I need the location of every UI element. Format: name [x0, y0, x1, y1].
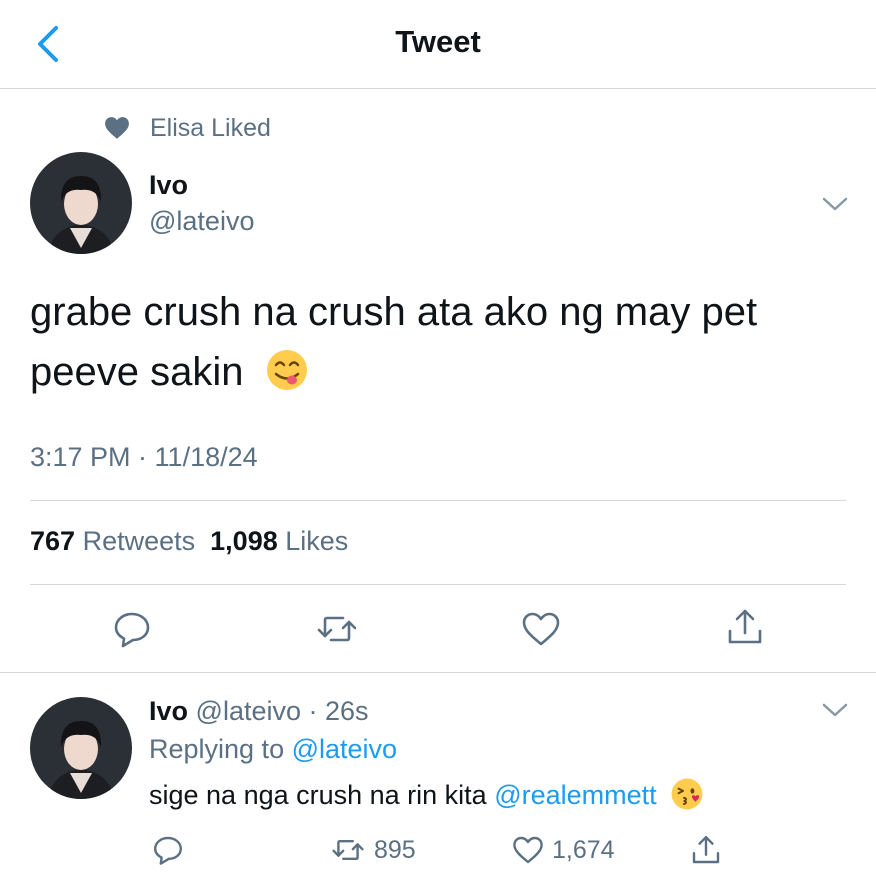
reply-avatar[interactable] — [30, 697, 132, 799]
kiss-emoji-icon — [671, 778, 703, 810]
reply-header: Ivo @lateivo · 26s — [149, 696, 369, 727]
reply-like-count: 1,674 — [552, 835, 615, 864]
yum-emoji-icon — [266, 350, 307, 391]
retweet-icon — [332, 840, 364, 860]
reply-retweet-count: 895 — [374, 835, 416, 864]
reply-retweet-button[interactable]: 895 — [330, 832, 416, 868]
like-icon — [522, 612, 560, 646]
reply-age: · 26s — [308, 696, 369, 726]
like-button[interactable] — [521, 609, 561, 649]
retweet-button[interactable] — [317, 609, 357, 649]
reply-text: sige na nga crush na rin kita — [149, 780, 487, 810]
retweets-count[interactable]: 767 Retweets — [30, 526, 195, 556]
reply-like-button[interactable]: 1,674 — [512, 832, 615, 868]
top-bar: Tweet — [0, 0, 876, 89]
replying-to-mention[interactable]: @lateivo — [292, 734, 397, 764]
engagement-counts: 767 Retweets 1,098 Likes — [30, 526, 348, 557]
reply-mention[interactable]: @realemmett — [494, 780, 656, 810]
author-handle[interactable]: @lateivo — [149, 206, 254, 237]
reply-menu-button[interactable] — [820, 700, 850, 720]
reply-reply-button[interactable] — [152, 832, 184, 868]
reply-icon — [114, 612, 150, 648]
divider — [30, 584, 846, 585]
social-context-text: Elisa Liked — [150, 113, 271, 142]
social-context: Elisa Liked — [104, 112, 271, 144]
divider — [0, 672, 876, 673]
tweet-body: grabe crush na crush ata ako ng may pet … — [30, 282, 830, 402]
tweet-timestamp[interactable]: 3:17 PM · 11/18/24 — [30, 442, 258, 473]
chevron-down-icon — [822, 197, 848, 211]
tweet-text: grabe crush na crush ata ako ng may pet … — [30, 290, 758, 394]
reply-author-handle[interactable]: @lateivo — [196, 696, 301, 726]
divider — [30, 500, 846, 501]
chevron-down-icon — [822, 703, 848, 717]
share-icon — [692, 836, 720, 864]
avatar[interactable] — [30, 152, 132, 254]
retweet-icon — [317, 616, 357, 642]
author-name[interactable]: Ivo — [149, 170, 188, 201]
reply-body: sige na nga crush na rin kita @realemmet… — [149, 778, 704, 811]
replying-to-prefix: Replying to — [149, 734, 285, 764]
reply-button[interactable] — [112, 609, 152, 649]
reply-icon — [154, 836, 182, 865]
page-title: Tweet — [395, 24, 481, 59]
likes-count[interactable]: 1,098 Likes — [210, 526, 348, 556]
reply-share-button[interactable] — [690, 832, 722, 868]
tweet-menu-button[interactable] — [820, 194, 850, 214]
heart-filled-icon — [105, 117, 129, 139]
like-icon — [513, 836, 543, 864]
share-button[interactable] — [725, 607, 765, 647]
replying-to: Replying to @lateivo — [149, 734, 397, 765]
share-icon — [728, 609, 762, 644]
reply-author-name[interactable]: Ivo — [149, 696, 188, 726]
